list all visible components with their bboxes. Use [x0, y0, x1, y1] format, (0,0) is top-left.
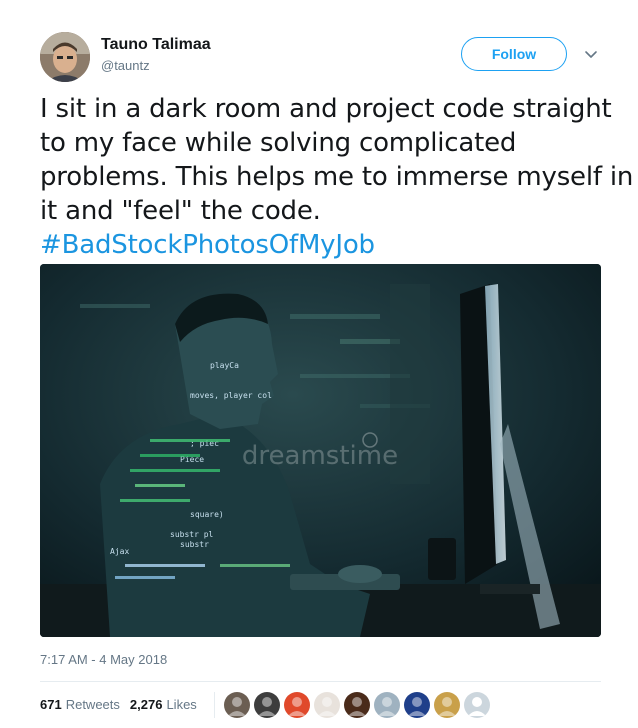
tweet-photo[interactable]: playCa moves, player col ; piec Piece sq…: [40, 264, 601, 637]
follow-button[interactable]: Follow: [461, 37, 567, 71]
author-name[interactable]: Tauno Talimaa: [101, 36, 211, 54]
retweets-count: 671: [40, 697, 62, 712]
chevron-down-icon[interactable]: [583, 46, 599, 62]
user-avatar-icon: [378, 697, 396, 716]
hashtag-link[interactable]: #BadStockPhotosOfMyJob: [40, 228, 610, 262]
likes-count: 2,276: [129, 697, 163, 712]
likers-avatars: [224, 692, 494, 718]
tweet-text-line: problems. This helps me to immerse mysel…: [40, 162, 634, 192]
author-avatar[interactable]: [40, 32, 90, 82]
tweet-text-line: it and "feel" the code.: [40, 196, 321, 226]
code-overlay-text: substr: [180, 540, 209, 549]
liker-avatar[interactable]: [224, 692, 250, 718]
divider: [40, 681, 601, 682]
tweet-timestamp[interactable]: 7:17 AM - 4 May 2018: [40, 652, 167, 667]
code-overlay-text: Ajax: [110, 547, 129, 556]
photo-image: playCa moves, player col ; piec Piece sq…: [40, 264, 601, 637]
user-avatar-icon: [228, 697, 246, 716]
tweet-card: Tauno Talimaa @tauntz Follow I sit in a …: [0, 0, 638, 728]
tweet-text-line: to my face while solving complicated: [40, 128, 517, 158]
tweet-text-line: I sit in a dark room and project code st…: [40, 94, 612, 124]
code-overlay-text: substr pl: [170, 530, 214, 539]
user-avatar-icon: [468, 697, 486, 716]
author-handle[interactable]: @tauntz: [101, 58, 150, 73]
likes-label: Likes: [166, 697, 197, 712]
retweets-stat[interactable]: 671 Retweets: [40, 697, 120, 712]
code-overlay-text: square): [190, 510, 224, 519]
liker-avatar[interactable]: [314, 692, 340, 718]
user-avatar-icon: [288, 697, 306, 716]
code-overlay-text: playCa: [210, 361, 239, 370]
stats-divider: [214, 692, 215, 718]
user-avatar-icon: [258, 697, 276, 716]
liker-avatar[interactable]: [284, 692, 310, 718]
user-avatar-icon: [408, 697, 426, 716]
liker-avatar[interactable]: [464, 692, 490, 718]
liker-avatar[interactable]: [404, 692, 430, 718]
user-avatar-icon: [40, 32, 90, 82]
code-overlay-text: moves, player col: [190, 391, 272, 400]
liker-avatar[interactable]: [344, 692, 370, 718]
user-avatar-icon: [438, 697, 456, 716]
liker-avatar[interactable]: [434, 692, 460, 718]
retweets-label: Retweets: [65, 697, 120, 712]
user-avatar-icon: [318, 697, 336, 716]
likes-stat[interactable]: 2,276 Likes: [130, 697, 197, 712]
liker-avatar[interactable]: [254, 692, 280, 718]
tweet-stats: 671 Retweets 2,276 Likes: [40, 697, 197, 712]
user-avatar-icon: [348, 697, 366, 716]
liker-avatar[interactable]: [374, 692, 400, 718]
tweet-text: I sit in a dark room and project code st…: [40, 92, 634, 262]
